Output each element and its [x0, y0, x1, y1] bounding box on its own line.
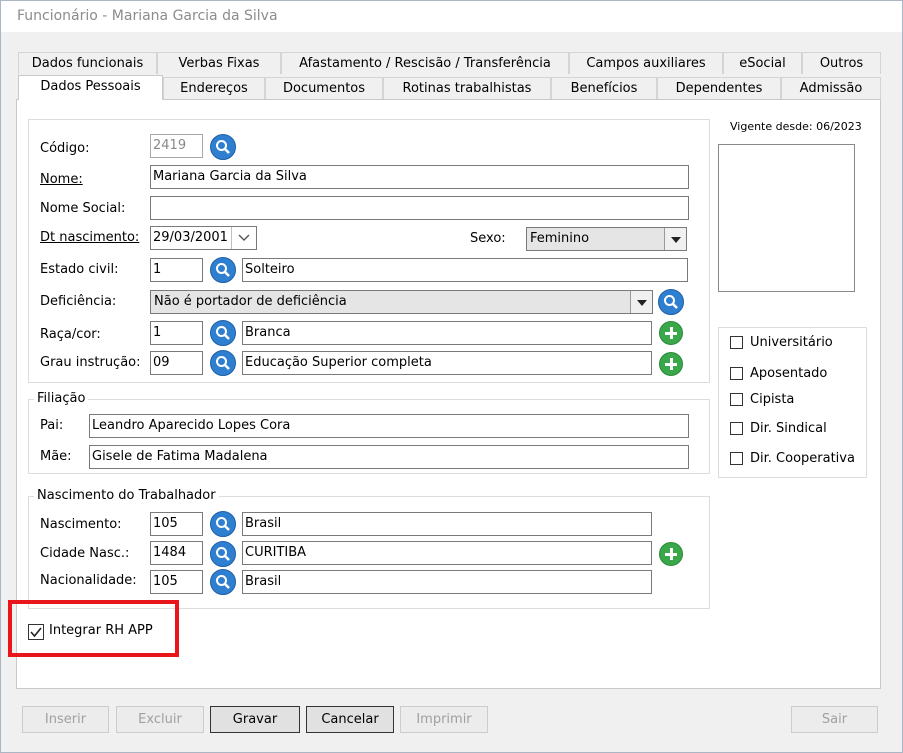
universitario-label: Universitário	[750, 335, 833, 350]
cidade-nasc-add-icon[interactable]	[659, 542, 683, 566]
cipista-label: Cipista	[750, 392, 795, 407]
raca-desc-field[interactable]: Branca	[242, 321, 652, 345]
mae-label: Mãe:	[40, 449, 72, 464]
tab-dados-funcionais[interactable]: Dados funcionais	[18, 52, 157, 74]
nacionalidade-code-field[interactable]: 105	[150, 570, 203, 594]
grau-instrucao-add-icon[interactable]	[659, 352, 683, 376]
estado-civil-search-icon[interactable]	[210, 257, 236, 283]
deficiencia-value: Não é portador de deficiência	[154, 294, 347, 309]
nome-label: Nome:	[40, 172, 83, 187]
window-title: Funcionário - Mariana Garcia da Silva	[17, 8, 278, 24]
nascimento-desc-field[interactable]: Brasil	[242, 512, 652, 536]
inserir-button[interactable]: Inserir	[22, 706, 109, 733]
dt-nascimento-value: 29/03/2001	[153, 230, 228, 245]
grau-instrucao-label: Grau instrução:	[40, 355, 141, 370]
tab-dados-pessoais[interactable]: Dados Pessoais	[18, 75, 163, 100]
grau-instrucao-search-icon[interactable]	[210, 350, 236, 376]
title-bar: Funcionário - Mariana Garcia da Silva	[1, 1, 902, 32]
raca-add-icon[interactable]	[659, 321, 683, 345]
sexo-select[interactable]: Feminino	[526, 227, 687, 251]
sair-button[interactable]: Sair	[791, 706, 878, 733]
tab-afastamento[interactable]: Afastamento / Rescisão / Transferência	[281, 52, 569, 74]
nascimento-code-field[interactable]: 105	[150, 512, 203, 536]
chevron-down-icon	[664, 228, 686, 250]
cidade-nasc-code-field[interactable]: 1484	[150, 541, 203, 565]
codigo-field[interactable]: 2419	[150, 134, 203, 158]
deficiencia-select[interactable]: Não é portador de deficiência	[150, 290, 653, 314]
grau-instrucao-code-field[interactable]: 09	[150, 351, 203, 375]
filiacao-legend: Filiação	[34, 391, 89, 406]
photo-frame[interactable]	[718, 144, 855, 292]
estado-civil-code-field[interactable]: 1	[150, 258, 203, 282]
tab-campos-auxiliares[interactable]: Campos auxiliares	[569, 52, 723, 74]
tab-esocial[interactable]: eSocial	[723, 52, 802, 74]
tab-outros[interactable]: Outros	[802, 52, 881, 74]
calendar-dropdown-icon[interactable]	[231, 227, 256, 249]
universitario-checkbox[interactable]	[730, 336, 743, 349]
nacionalidade-search-icon[interactable]	[210, 569, 236, 595]
integrar-rh-app-checkbox[interactable]	[28, 624, 44, 640]
pai-label: Pai:	[40, 418, 64, 433]
cidade-nasc-label: Cidade Nasc.:	[40, 546, 130, 561]
nome-social-label: Nome Social:	[40, 201, 126, 216]
codigo-label: Código:	[40, 141, 90, 156]
mae-field[interactable]: Gisele de Fatima Madalena	[89, 445, 689, 469]
sexo-label: Sexo:	[470, 231, 506, 246]
estado-civil-desc-field[interactable]: Solteiro	[242, 258, 688, 282]
integrar-rh-app-label: Integrar RH APP	[49, 623, 153, 638]
tab-rotinas-trabalhistas[interactable]: Rotinas trabalhistas	[383, 77, 551, 99]
dt-nascimento-label: Dt nascimento:	[40, 230, 140, 245]
tab-admissao[interactable]: Admissão	[781, 77, 881, 99]
sexo-value: Feminino	[530, 231, 590, 246]
excluir-button[interactable]: Excluir	[116, 706, 204, 733]
codigo-search-icon[interactable]	[210, 134, 236, 160]
tab-enderecos[interactable]: Endereços	[163, 77, 265, 99]
tab-documentos[interactable]: Documentos	[265, 77, 383, 99]
nascimento-label: Nascimento:	[40, 517, 122, 532]
employee-window: Funcionário - Mariana Garcia da Silva Da…	[0, 0, 903, 753]
nacionalidade-label: Nacionalidade:	[40, 573, 137, 588]
dt-nascimento-field[interactable]: 29/03/2001	[150, 226, 257, 250]
dir-sindical-checkbox[interactable]	[730, 422, 743, 435]
deficiencia-label: Deficiência:	[40, 294, 117, 309]
raca-search-icon[interactable]	[210, 320, 236, 346]
aposentado-label: Aposentado	[750, 366, 828, 381]
cancelar-button[interactable]: Cancelar	[306, 706, 394, 733]
cidade-nasc-search-icon[interactable]	[210, 541, 236, 567]
nome-field[interactable]: Mariana Garcia da Silva	[150, 165, 689, 189]
imprimir-button[interactable]: Imprimir	[400, 706, 488, 733]
pai-field[interactable]: Leandro Aparecido Lopes Cora	[89, 414, 689, 438]
nome-social-field[interactable]	[150, 196, 689, 220]
tab-verbas-fixas[interactable]: Verbas Fixas	[157, 52, 281, 74]
tab-beneficios[interactable]: Benefícios	[551, 77, 657, 99]
nascimento-legend: Nascimento do Trabalhador	[34, 488, 219, 503]
dir-sindical-label: Dir. Sindical	[750, 421, 827, 436]
checkmark-icon	[30, 627, 42, 638]
gravar-button[interactable]: Gravar	[210, 706, 300, 733]
chevron-down-icon	[630, 291, 652, 313]
dir-cooperativa-checkbox[interactable]	[730, 452, 743, 465]
raca-label: Raça/cor:	[40, 327, 101, 342]
dir-cooperativa-label: Dir. Cooperativa	[750, 451, 855, 466]
vigente-desde-label: Vigente desde: 06/2023	[730, 120, 862, 133]
aposentado-checkbox[interactable]	[730, 367, 743, 380]
nacionalidade-desc-field[interactable]: Brasil	[242, 570, 652, 594]
cidade-nasc-desc-field[interactable]: CURITIBA	[242, 541, 652, 565]
tab-dependentes[interactable]: Dependentes	[657, 77, 781, 99]
nascimento-search-icon[interactable]	[210, 511, 236, 537]
raca-code-field[interactable]: 1	[150, 321, 203, 345]
deficiencia-search-icon[interactable]	[658, 289, 684, 315]
grau-instrucao-desc-field[interactable]: Educação Superior completa	[242, 351, 652, 375]
cipista-checkbox[interactable]	[730, 393, 743, 406]
estado-civil-label: Estado civil:	[40, 262, 119, 277]
